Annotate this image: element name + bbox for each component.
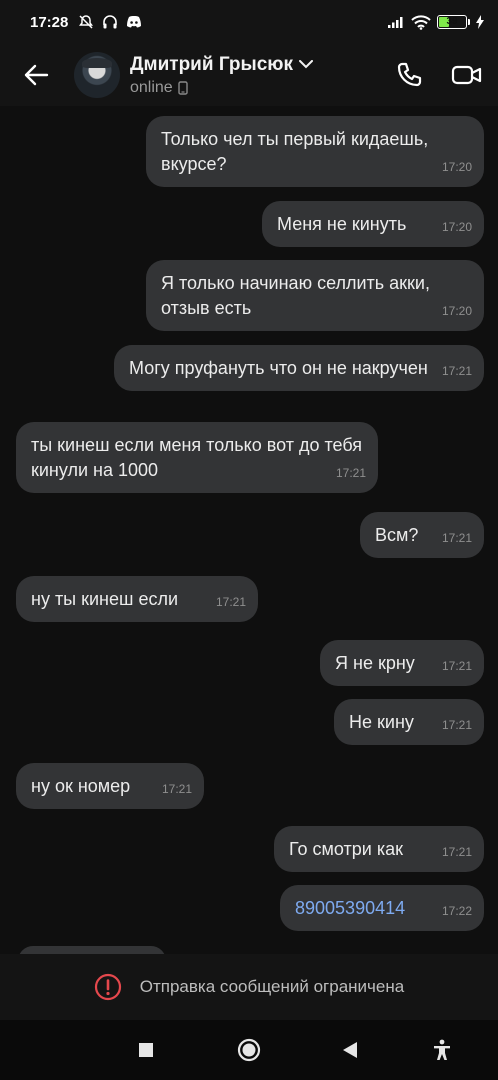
status-bar: 17:28 39	[0, 0, 498, 44]
message-list[interactable]: Только чел ты первый кидаешь, вкурсе? 17…	[0, 106, 498, 954]
message-bubble[interactable]: Го смотри как 17:21	[274, 826, 484, 872]
call-button[interactable]	[392, 58, 426, 92]
message-text: Я только начинаю селлить акки, отзыв ест…	[161, 273, 430, 318]
partial-message-bubble	[18, 946, 166, 954]
message-text: ну ты кинеш если	[31, 589, 179, 609]
message-time: 17:22	[441, 904, 472, 918]
system-navigation-bar	[0, 1020, 498, 1080]
message-time: 17:21	[441, 659, 472, 673]
message-text: Могу пруфануть что он не накручен	[129, 358, 428, 378]
charging-bolt-icon	[476, 15, 484, 29]
message-bubble[interactable]: ты кинеш если меня только вот до тебя ки…	[16, 422, 378, 493]
message-bubble[interactable]: 89005390414 17:22	[280, 885, 484, 931]
restriction-text: Отправка сообщений ограничена	[139, 977, 405, 996]
back-button[interactable]	[16, 55, 56, 95]
status-time: 17:28	[30, 13, 69, 31]
message-time: 17:20	[441, 304, 472, 318]
message-bubble[interactable]: Я не крну 17:21	[320, 640, 484, 686]
accessibility-button[interactable]	[422, 1030, 462, 1070]
discord-icon	[127, 16, 142, 28]
message-time: 17:20	[441, 160, 472, 174]
mobile-device-icon	[178, 80, 188, 95]
signal-icon	[388, 17, 403, 28]
video-camera-icon	[451, 65, 482, 85]
message-bubble[interactable]: Могу пруфануть что он не накручен 17:21	[114, 345, 484, 391]
do-not-disturb-icon	[79, 15, 94, 29]
message-time: 17:21	[215, 595, 246, 609]
wifi-icon	[411, 14, 431, 30]
phone-icon	[397, 62, 422, 87]
nav-back-icon	[343, 1042, 357, 1058]
nav-recents-icon	[139, 1043, 153, 1057]
message-bubble[interactable]: ну ты кинеш если 17:21	[16, 576, 258, 622]
headphones-icon	[103, 15, 118, 29]
message-bubble[interactable]: ну ок номер 17:21	[16, 763, 204, 809]
contact-name: Дмитрий Грысюк	[130, 53, 294, 75]
message-time: 17:21	[441, 718, 472, 732]
message-bubble[interactable]: Не кину 17:21	[334, 699, 484, 745]
message-bubble[interactable]: Я только начинаю селлить акки, отзыв ест…	[146, 260, 484, 331]
chat-header: Дмитрий Грысюк online	[0, 44, 498, 106]
message-time: 17:21	[441, 845, 472, 859]
chevron-down-icon	[299, 60, 314, 69]
nav-home-button[interactable]	[229, 1030, 269, 1070]
message-time: 17:21	[441, 364, 472, 378]
message-time: 17:20	[441, 220, 472, 234]
contact-status: online	[130, 78, 173, 96]
message-time: 17:21	[335, 466, 366, 480]
contact-info[interactable]: Дмитрий Грысюк online	[130, 53, 314, 97]
message-text: Только чел ты первый кидаешь, вкурсе?	[161, 129, 429, 174]
nav-recents-button[interactable]	[126, 1030, 166, 1070]
avatar[interactable]	[74, 52, 120, 98]
message-text: ты кинеш если меня только вот до тебя ки…	[31, 435, 363, 480]
messaging-restricted-bar: Отправка сообщений ограничена	[0, 954, 498, 1020]
accessibility-icon	[434, 1039, 450, 1060]
nav-home-icon	[237, 1038, 261, 1062]
message-bubble[interactable]: Всм? 17:21	[360, 512, 484, 558]
nav-back-button[interactable]	[330, 1030, 370, 1070]
message-bubble[interactable]: Только чел ты первый кидаешь, вкурсе? 17…	[146, 116, 484, 187]
back-arrow-icon	[24, 64, 49, 86]
message-time: 17:21	[441, 531, 472, 545]
message-bubble[interactable]: Меня не кинуть 17:20	[262, 201, 484, 247]
battery-icon: 39	[437, 15, 470, 29]
warning-icon	[94, 973, 121, 1001]
battery-level: 39	[446, 16, 458, 27]
video-call-button[interactable]	[450, 58, 484, 92]
message-time: 17:21	[161, 782, 192, 796]
